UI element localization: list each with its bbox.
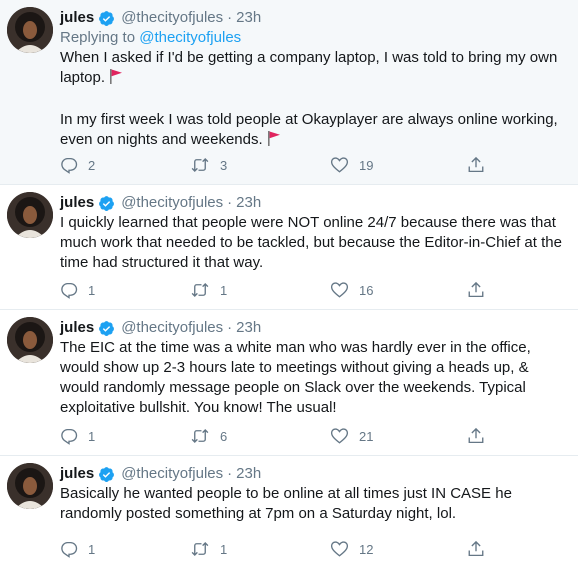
reply-count: 1	[88, 282, 96, 298]
separator-dot: ·	[227, 319, 233, 336]
reply-icon	[61, 157, 78, 174]
tweet-header: jules @thecityofjules · 23h	[60, 318, 568, 338]
tweet-paragraph: I quickly learned that people were NOT o…	[60, 214, 562, 271]
share-button[interactable]	[467, 156, 485, 174]
reply-icon	[61, 282, 78, 299]
share-icon	[468, 281, 484, 298]
retweet-count: 6	[220, 428, 228, 444]
heart-icon	[330, 428, 349, 444]
reply-button[interactable]: 1	[60, 281, 95, 299]
share-icon	[468, 540, 484, 557]
verified-badge-icon	[98, 466, 115, 483]
handle[interactable]: @thecityofjules	[121, 193, 223, 213]
retweet-icon	[191, 158, 209, 172]
heart-icon	[330, 541, 349, 557]
like-count: 16	[359, 282, 374, 298]
tweet-paragraph: In my first week I was told people at Ok…	[60, 111, 558, 148]
mention-link[interactable]: @thecityofjules	[139, 29, 241, 46]
reply-button[interactable]: 2	[60, 156, 95, 174]
replying-to: Replying to @thecityofjules	[60, 28, 568, 48]
display-name[interactable]: jules	[60, 193, 94, 213]
verified-badge-icon	[98, 320, 115, 337]
timestamp[interactable]: 23h	[236, 464, 261, 484]
reply-count: 1	[88, 428, 96, 444]
like-count: 21	[359, 428, 374, 444]
tweet-actions: 2 3 19	[60, 154, 500, 176]
tweet-paragraph: The EIC at the time was a white man who …	[60, 339, 531, 416]
tweet-header: jules @thecityofjules · 23h	[60, 464, 568, 484]
separator-dot: ·	[227, 465, 233, 482]
reply-count: 2	[88, 157, 96, 173]
replying-to-label: Replying to	[60, 29, 136, 46]
avatar[interactable]	[7, 317, 53, 363]
handle[interactable]: @thecityofjules	[121, 318, 223, 338]
handle[interactable]: @thecityofjules	[121, 8, 223, 28]
share-button[interactable]	[467, 281, 485, 299]
heart-icon	[330, 157, 349, 173]
tweet[interactable]: jules @thecityofjules · 23h Basically he…	[0, 456, 578, 568]
verified-badge-icon	[98, 195, 115, 212]
display-name[interactable]: jules	[60, 8, 94, 28]
reply-button[interactable]: 1	[60, 427, 95, 445]
reply-count: 1	[88, 541, 96, 557]
tweet[interactable]: jules @thecityofjules · 23h Replying to …	[0, 0, 578, 185]
retweet-icon	[191, 283, 209, 297]
like-count: 19	[359, 157, 374, 173]
retweet-count: 1	[220, 282, 228, 298]
display-name[interactable]: jules	[60, 318, 94, 338]
retweet-icon	[191, 429, 209, 443]
like-count: 12	[359, 541, 374, 557]
reply-button[interactable]: 1	[60, 540, 95, 558]
timestamp[interactable]: 23h	[236, 193, 261, 213]
tweet-paragraph: When I asked if I'd be getting a company…	[60, 49, 558, 86]
display-name[interactable]: jules	[60, 464, 94, 484]
avatar[interactable]	[7, 192, 53, 238]
tweet[interactable]: jules @thecityofjules · 23h I quickly le…	[0, 185, 578, 310]
handle[interactable]: @thecityofjules	[121, 464, 223, 484]
retweet-button[interactable]: 1	[190, 540, 227, 558]
separator-dot: ·	[227, 194, 233, 211]
tweet[interactable]: jules @thecityofjules · 23h The EIC at t…	[0, 310, 578, 456]
share-button[interactable]	[467, 427, 485, 445]
tweet-text: Basically he wanted people to be online …	[60, 484, 568, 524]
retweet-icon	[191, 542, 209, 556]
tweet-actions: 1 1 12	[60, 538, 500, 560]
red-flag-icon	[109, 68, 123, 90]
verified-badge-icon	[98, 10, 115, 27]
avatar[interactable]	[7, 7, 53, 53]
retweet-count: 3	[220, 157, 228, 173]
reply-icon	[61, 541, 78, 558]
like-button[interactable]: 12	[330, 540, 373, 558]
tweet-header: jules @thecityofjules · 23h	[60, 8, 568, 28]
tweet-actions: 1 1 16	[60, 279, 500, 301]
timestamp[interactable]: 23h	[236, 318, 261, 338]
share-icon	[468, 156, 484, 173]
like-button[interactable]: 19	[330, 156, 373, 174]
share-button[interactable]	[467, 540, 485, 558]
avatar[interactable]	[7, 463, 53, 509]
red-flag-icon	[267, 130, 281, 152]
retweet-count: 1	[220, 541, 228, 557]
tweet-paragraph: Basically he wanted people to be online …	[60, 485, 512, 522]
reply-icon	[61, 428, 78, 445]
separator-dot: ·	[227, 9, 233, 26]
share-icon	[468, 427, 484, 444]
heart-icon	[330, 282, 349, 298]
tweet-text: I quickly learned that people were NOT o…	[60, 213, 568, 273]
tweet-actions: 1 6 21	[60, 425, 500, 447]
tweet-text: The EIC at the time was a white man who …	[60, 338, 568, 418]
like-button[interactable]: 21	[330, 427, 373, 445]
retweet-button[interactable]: 6	[190, 427, 227, 445]
retweet-button[interactable]: 1	[190, 281, 227, 299]
retweet-button[interactable]: 3	[190, 156, 227, 174]
timestamp[interactable]: 23h	[236, 8, 261, 28]
like-button[interactable]: 16	[330, 281, 373, 299]
tweet-header: jules @thecityofjules · 23h	[60, 193, 568, 213]
tweet-text: When I asked if I'd be getting a company…	[60, 48, 568, 152]
